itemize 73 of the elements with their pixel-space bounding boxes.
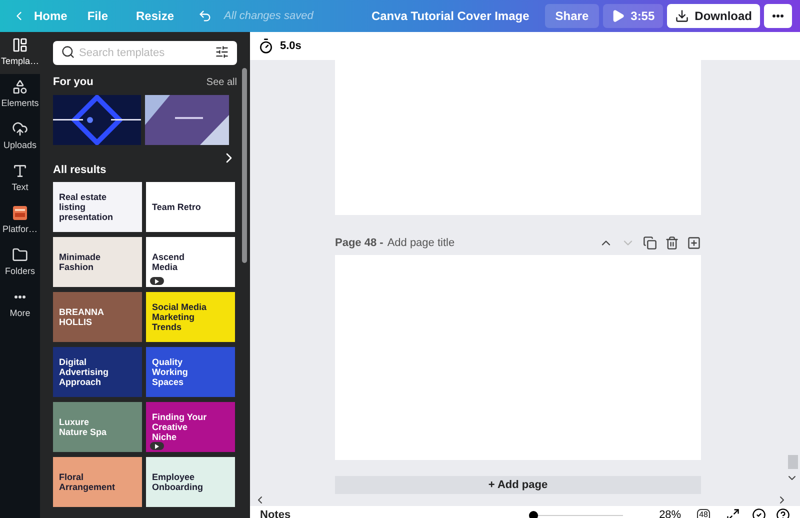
page-title-field[interactable]: Add page title (387, 234, 498, 252)
section-title: For you (53, 75, 94, 90)
template-title: Quality Working Spaces (152, 357, 189, 387)
template-thumbnail[interactable]: Digital Advertising Approach (53, 347, 142, 397)
download-button[interactable]: Download (666, 4, 760, 28)
share-button[interactable]: Share (545, 4, 599, 28)
template-thumbnail[interactable]: Finding Your Creative Niche (146, 402, 235, 452)
template-title: Minimade Fashion (59, 252, 102, 272)
help-icon[interactable] (776, 508, 790, 518)
template-title: Ascend Media (152, 252, 186, 272)
rail-tab[interactable]: Elements (0, 74, 40, 116)
template-title: Finding Your Creative Niche (152, 412, 208, 442)
template-thumbnail[interactable]: Quality Working Spaces (146, 347, 235, 397)
template-thumbnail[interactable]: Team Retro (146, 182, 235, 232)
trash-icon[interactable] (665, 236, 679, 250)
play-icon (610, 9, 625, 23)
play-icon (155, 444, 159, 448)
page-count-button[interactable]: 48 (697, 509, 710, 518)
layout-icon (12, 37, 28, 54)
template-thumbnail[interactable] (53, 94, 141, 144)
more-icon (772, 14, 784, 18)
template-thumbnail[interactable]: Floral Arrangement (53, 457, 142, 507)
rail-tab[interactable]: Platfor… (0, 200, 40, 242)
template-thumbnail[interactable]: Minimade Fashion (53, 237, 142, 287)
more-button[interactable] (764, 4, 792, 28)
template-title: Employee Onboarding (152, 472, 204, 492)
check-icon[interactable] (752, 508, 766, 518)
section-title: All results (53, 162, 108, 178)
add-page-icon[interactable] (687, 236, 701, 250)
fullscreen-icon[interactable] (726, 508, 740, 518)
scrollbar-thumb (788, 455, 798, 469)
filter-icon[interactable] (215, 45, 229, 59)
text-icon (12, 163, 28, 180)
template-thumbnail[interactable]: Luxure Nature Spa (53, 402, 142, 452)
template-thumbnail[interactable]: Employee Onboarding (146, 457, 235, 507)
duplicate-icon[interactable] (643, 236, 657, 250)
timer-icon[interactable] (258, 38, 274, 54)
see-all-link[interactable]: See all (206, 74, 237, 90)
template-title: Luxure Nature Spa (59, 417, 108, 437)
add-page-button[interactable]: + Add page (335, 476, 701, 494)
template-title: Digital Advertising Approach (59, 357, 110, 387)
rail-tab[interactable]: Text (0, 158, 40, 200)
search-icon (61, 45, 75, 59)
template-title: Social Media Marketing Trends (152, 302, 208, 332)
page-label: Page 48 - (335, 236, 384, 251)
rail-tab[interactable]: Templa… (0, 32, 40, 74)
notes-button[interactable]: Notes (260, 506, 291, 518)
template-thumbnail[interactable] (145, 94, 229, 144)
cloud-upload-icon (12, 121, 28, 138)
rail-tab[interactable]: Uploads (0, 116, 40, 158)
search-field[interactable]: Search templates (53, 41, 237, 65)
platform-icon (12, 205, 28, 222)
template-title: Team Retro (152, 202, 201, 212)
download-icon (674, 9, 689, 23)
folder-icon (12, 247, 28, 264)
rail-tab[interactable]: More (0, 284, 40, 326)
zoom-reading: 28% (659, 508, 682, 518)
template-thumbnail[interactable]: Ascend Media (146, 237, 235, 287)
template-title: Floral Arrangement (59, 472, 116, 492)
shapes-icon (12, 79, 28, 96)
duration-label: 5.0s (280, 38, 302, 54)
template-thumbnail[interactable]: BREANNA HOLLIS (53, 292, 142, 342)
design-title: Canva Tutorial Cover Image (371, 8, 530, 25)
template-thumbnail[interactable]: Social Media Marketing Trends (146, 292, 235, 342)
present-button[interactable]: 3:55 (602, 4, 663, 28)
template-thumbnail[interactable]: Real estate listing presentation (53, 182, 142, 232)
play-icon (155, 278, 159, 284)
template-title: BREANNA HOLLIS (59, 307, 105, 327)
template-title: Real estate listing presentation (59, 192, 114, 222)
rail-tab[interactable]: Folders (0, 242, 40, 284)
save-status: All changes saved (224, 8, 314, 24)
undo-icon (198, 9, 212, 23)
more-icon (14, 295, 26, 300)
